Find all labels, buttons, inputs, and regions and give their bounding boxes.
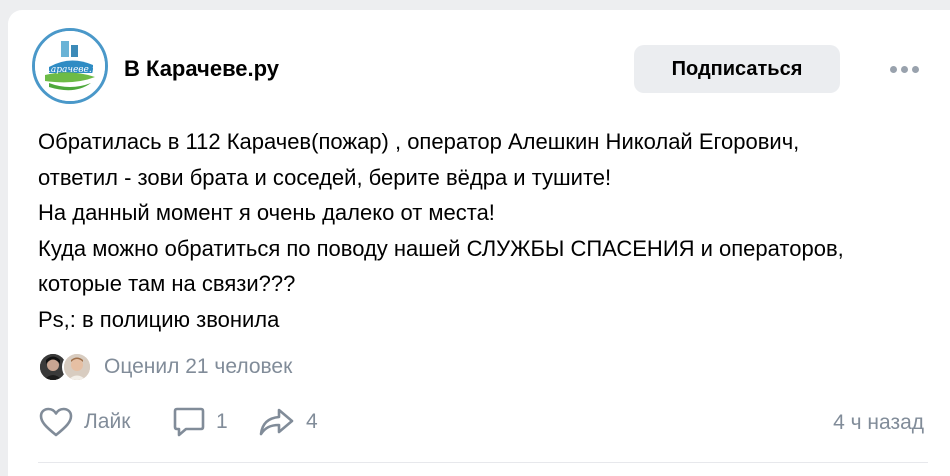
more-options-icon[interactable] (884, 54, 924, 84)
likes-summary-text: Оценил 21 человек (104, 355, 293, 378)
divider (38, 462, 928, 463)
post-card: ВКарачеве.ру В Карачеве.ру Подписаться О… (8, 10, 950, 476)
heart-icon (39, 407, 73, 437)
post-text-line: которые там на связи??? (38, 271, 296, 296)
likers-summary[interactable]: Оценил 21 человек (38, 350, 438, 382)
more-dot (889, 65, 897, 73)
post-text-line: Обратилась в 112 Карачев(пожар) , операт… (38, 129, 800, 154)
more-dot (911, 65, 919, 73)
post-text-line: ответил - зови брата и соседей, берите в… (38, 164, 612, 190)
like-button[interactable]: Лайк (38, 402, 130, 442)
comment-icon (173, 407, 205, 437)
post-actions: Лайк 1 4 4 ч назад (38, 402, 938, 442)
shares-count: 4 (306, 410, 318, 433)
group-logo-icon: ВКарачеве.ру (35, 31, 105, 101)
comment-button[interactable]: 1 (172, 402, 228, 442)
more-dot (900, 65, 908, 73)
post-time[interactable]: 4 ч назад (833, 411, 924, 435)
post-text-line: Ps,: в полицию звонила (38, 306, 280, 332)
share-button[interactable]: 4 (258, 402, 318, 442)
post-text: Обратилась в 112 Карачев(пожар) , операт… (38, 124, 938, 337)
logo-text: ВКарачеве.ру (36, 65, 103, 75)
like-label: Лайк (84, 410, 131, 433)
post-header: ВКарачеве.ру В Карачеве.ру Подписаться (8, 10, 950, 120)
share-icon (259, 408, 294, 436)
post-text-line: Куда можно обратиться по поводу нашей СЛ… (38, 235, 844, 261)
group-name[interactable]: В Карачеве.ру (124, 56, 279, 82)
liker-avatar (62, 352, 92, 382)
post-text-line: На данный момент я очень далеко от места… (38, 200, 495, 225)
group-avatar[interactable]: ВКарачеве.ру (32, 28, 108, 104)
comments-count: 1 (216, 410, 228, 433)
subscribe-button[interactable]: Подписаться (634, 45, 840, 93)
